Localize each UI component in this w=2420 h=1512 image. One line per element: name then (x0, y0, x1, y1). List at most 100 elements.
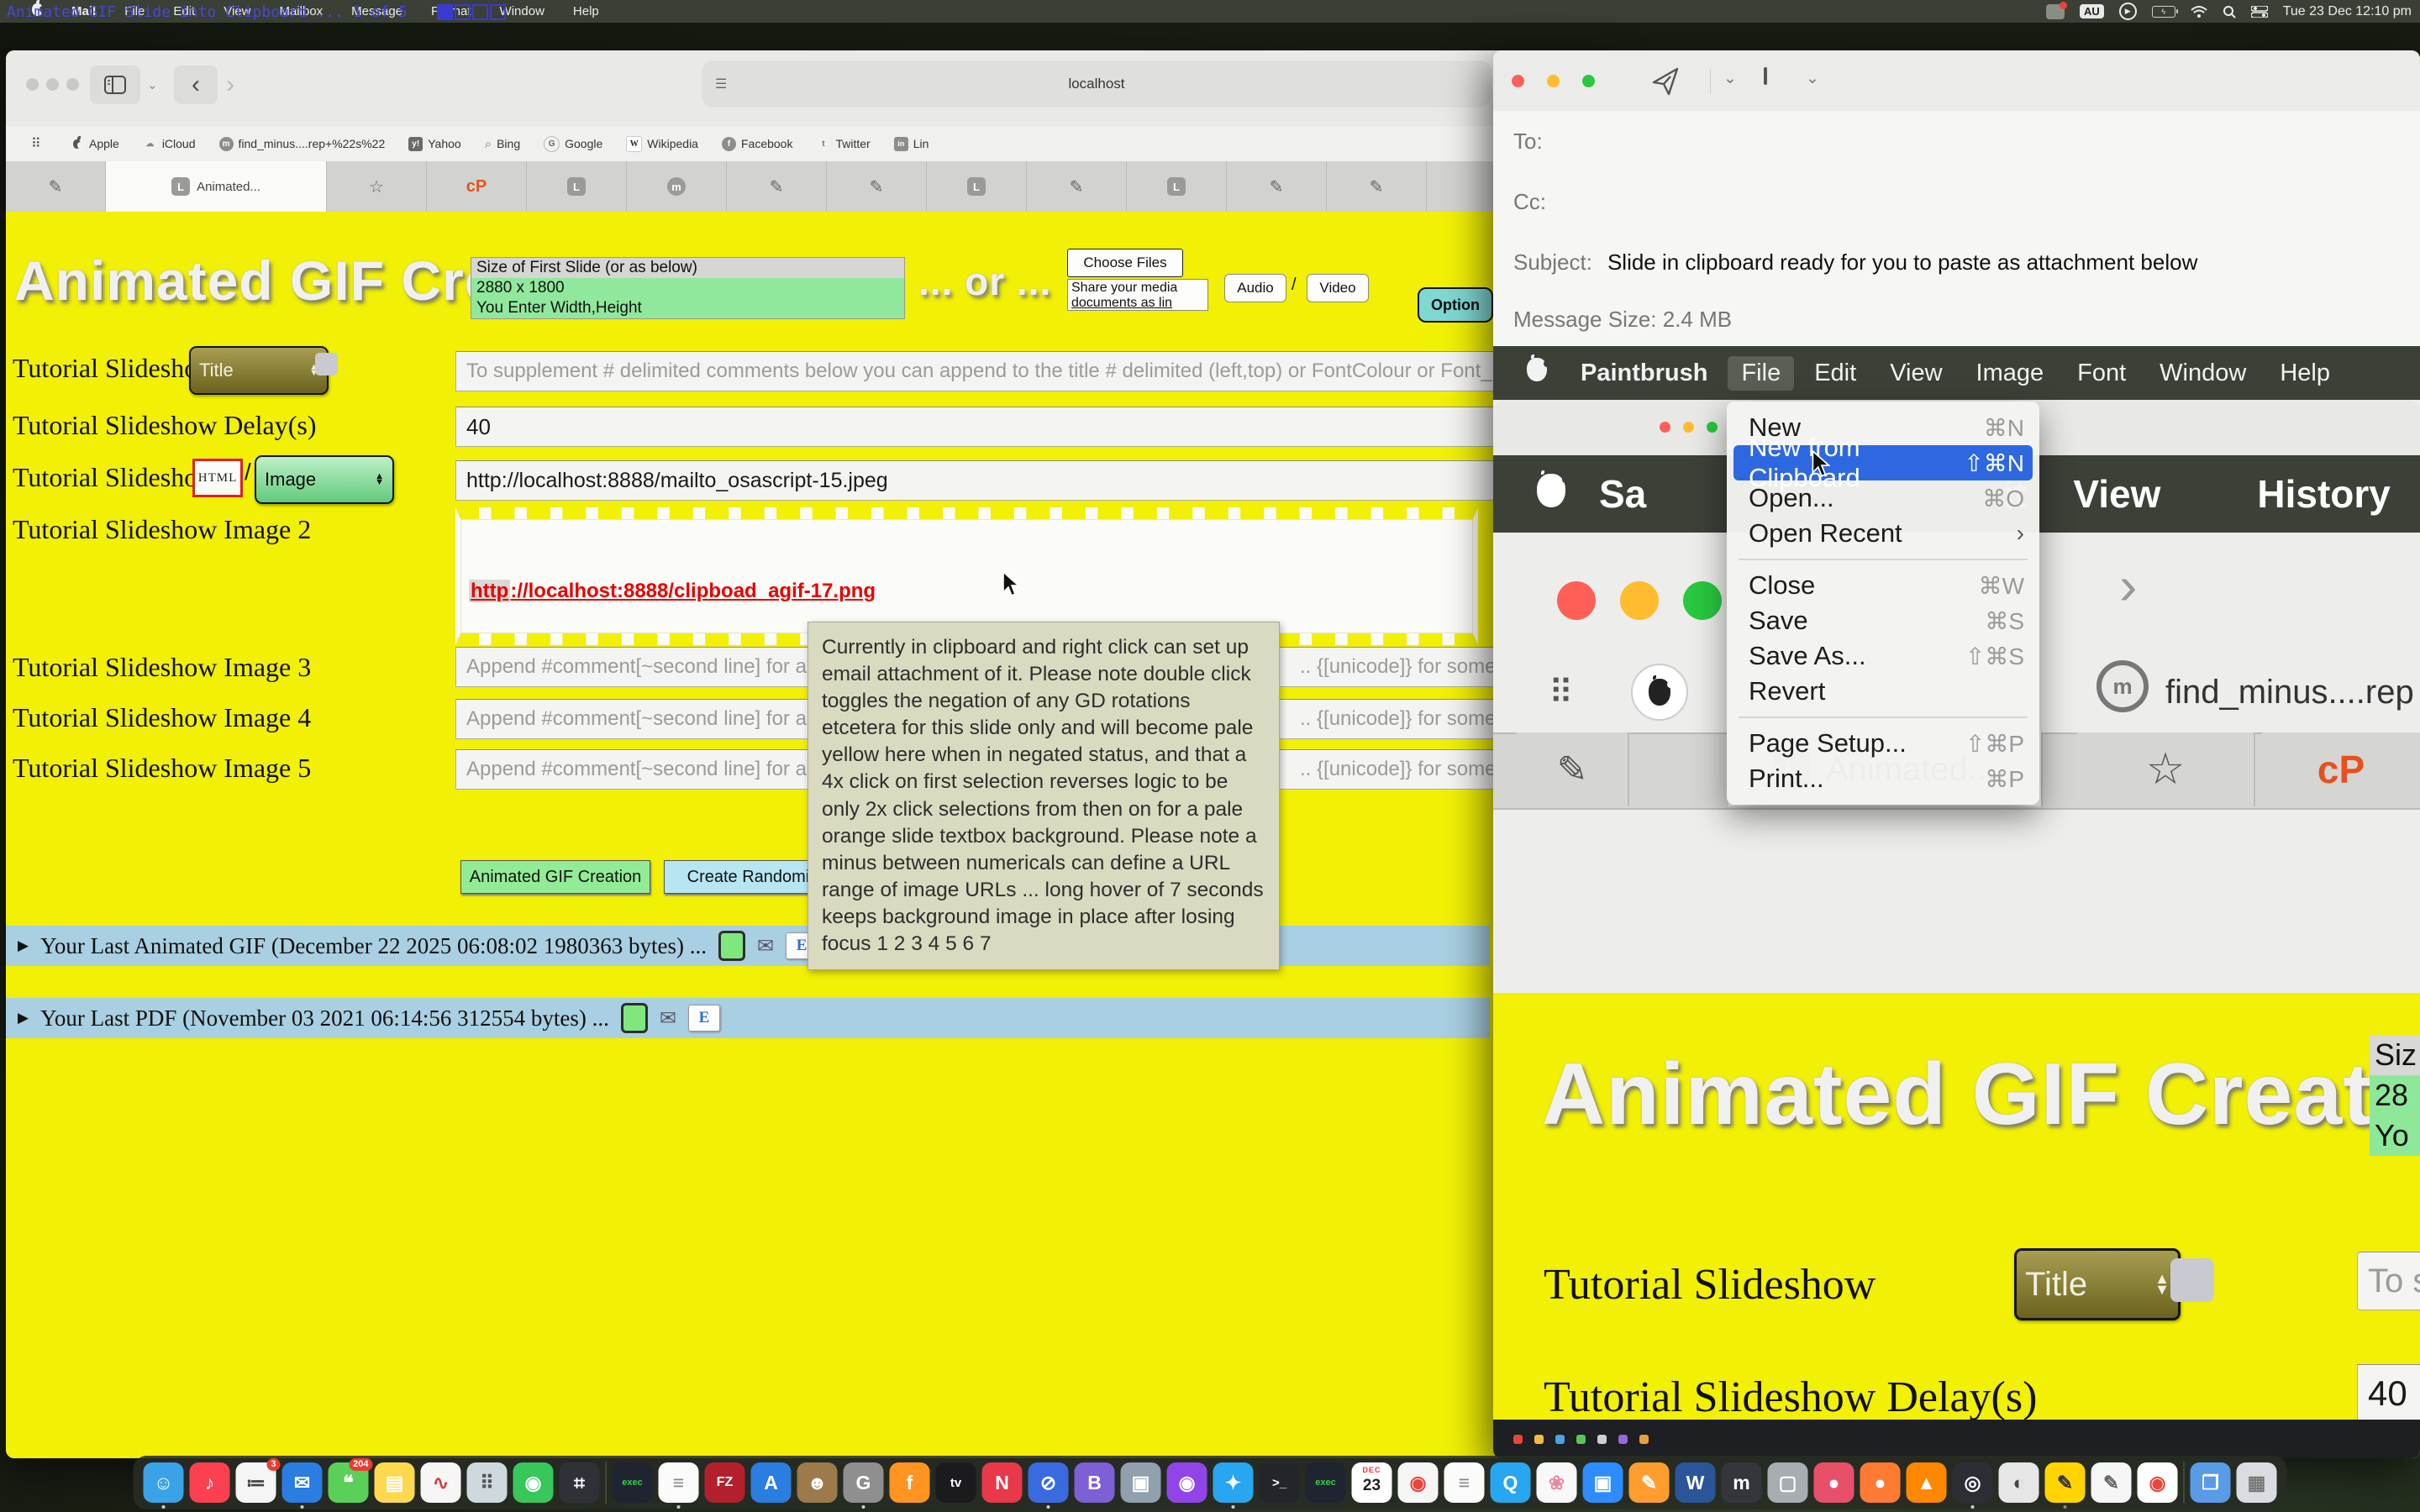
dock-orange-app-icon[interactable]: ● (1860, 1462, 1901, 1503)
dock-zoom-icon[interactable]: ▣ (1583, 1462, 1623, 1503)
menu-item-close[interactable]: Close⌘W (1727, 568, 2039, 603)
dock-vlc-icon[interactable]: ▲ (1907, 1462, 1947, 1503)
title-dropdown[interactable]: Title▲▼ (189, 346, 329, 395)
dock-filezilla-icon[interactable]: FZ (705, 1462, 745, 1503)
dock-photos-icon[interactable]: ❀ (1537, 1462, 1577, 1503)
bookmarks-grid-icon[interactable]: ⠿ (31, 135, 41, 152)
menu-item-revert[interactable]: Revert (1727, 674, 2039, 709)
bookmark-linkedin[interactable]: inLin (894, 137, 929, 151)
dock-notes-icon[interactable]: ▤ (375, 1462, 415, 1503)
input-source-indicator[interactable]: AU (2080, 4, 2104, 18)
app-status-icon[interactable] (2046, 4, 2065, 19)
minimize-button[interactable] (46, 78, 59, 91)
image-dropdown[interactable]: Image▲▼ (255, 455, 394, 504)
tab-star[interactable]: ☆ (327, 161, 427, 212)
dock-apple-tv-icon[interactable]: tv (936, 1462, 976, 1503)
menu-help[interactable]: Help (573, 4, 599, 18)
minimize-button[interactable] (1547, 75, 1560, 87)
close-button[interactable] (26, 78, 39, 91)
image2-url-link[interactable]: http://localhost:8888/clipboad_agif-17.p… (469, 580, 876, 603)
dock-gimp-icon[interactable]: G (844, 1462, 884, 1503)
address-bar-url[interactable]: localhost (1068, 76, 1124, 92)
to-field[interactable]: To: (1493, 111, 2420, 171)
dock-messages-icon[interactable]: ❝204 (329, 1462, 369, 1503)
dock-network-icon[interactable]: ⊘ (1028, 1462, 1069, 1503)
reader-icon[interactable]: ☰ (715, 76, 727, 92)
bookmark-wikipedia[interactable]: WWikipedia (626, 136, 698, 152)
forward-button[interactable]: › (226, 71, 234, 99)
tab-brush5[interactable]: ✎ (1227, 161, 1327, 212)
zoom-button[interactable] (66, 78, 79, 91)
dock-calendar-icon[interactable]: DEC23 (1352, 1462, 1392, 1503)
dock-calculator-icon[interactable]: ⌗ (560, 1462, 600, 1503)
tab-animated-active[interactable]: LAnimated... (106, 161, 327, 212)
option-button[interactable]: Option (1418, 287, 1493, 323)
control-center-icon[interactable] (2251, 6, 2268, 18)
close-button[interactable] (1512, 75, 1524, 87)
image3-input-fragment[interactable]: .. {[unicode]} for some en (1290, 647, 1499, 687)
format-chevron-icon[interactable]: ⌄ (1806, 69, 1819, 88)
dock-obs-icon[interactable]: ◎ (1953, 1462, 1993, 1503)
choose-files-button[interactable]: Choose Files (1067, 249, 1183, 277)
tab-brush3[interactable]: ✎ (827, 161, 927, 212)
address-bar[interactable]: ☰ localhost (702, 60, 1491, 108)
dock-bbedit-icon[interactable]: B (1075, 1462, 1115, 1503)
dock-record-app-icon[interactable]: ◉ (2138, 1462, 2178, 1503)
dock-stocks-icon[interactable]: ∿ (421, 1462, 461, 1503)
dock-chrome-icon[interactable]: ◉ (1398, 1462, 1439, 1503)
tab-l1[interactable]: L (527, 161, 627, 212)
slide-size-value[interactable]: 2880 x 1800 (471, 278, 904, 298)
dock-downloads-folder-icon[interactable]: ❐ (2191, 1462, 2231, 1503)
dock-finder-icon[interactable]: ☺ (144, 1462, 184, 1503)
format-menu-icon[interactable] (1764, 67, 1767, 85)
title-toggle-swatch[interactable] (315, 353, 338, 375)
share-media-label[interactable]: Share your mediadocuments as lin (1067, 279, 1208, 311)
dock-pink-app-icon[interactable]: ● (1814, 1462, 1854, 1503)
send-button[interactable] (1649, 66, 1682, 97)
dock-bw-app-icon[interactable]: ◐ (1999, 1462, 2039, 1503)
menu-item-save[interactable]: Save⌘S (1727, 603, 2039, 638)
dock-safari-icon[interactable]: ✦ (1213, 1462, 1254, 1503)
image4-input-fragment[interactable]: .. {[unicode]} for some en (1290, 699, 1499, 739)
menu-item-open-recent[interactable]: Open Recent› (1727, 516, 2039, 551)
dock-image-capture-icon[interactable]: ▣ (1121, 1462, 1161, 1503)
dock-terminal-icon[interactable]: >_ (1260, 1462, 1300, 1503)
dock-paintbrush-icon[interactable]: ✎ (2045, 1462, 2086, 1503)
small-envelope-icon[interactable]: ✉ (660, 1006, 676, 1031)
dock-launchpad-icon[interactable]: ⠿ (467, 1462, 508, 1503)
menu-item-page-setup[interactable]: Page Setup...⇧⌘P (1727, 726, 2039, 761)
dock-trash-icon[interactable]: ▦ (2237, 1462, 2277, 1503)
menu-item-new-from-clipboard[interactable]: New from Clipboard⇧⌘N (1733, 445, 2033, 480)
spotlight-icon[interactable] (2223, 5, 2236, 18)
bookmark-find-minus[interactable]: mfind_minus....rep+%22s%22 (219, 137, 386, 151)
dock-utility-icon[interactable]: ▢ (1768, 1462, 1808, 1503)
bookmark-icloud[interactable]: ☁iCloud (143, 137, 196, 151)
dock-app-store-icon[interactable]: A (751, 1462, 792, 1503)
battery-icon[interactable]: ϟ (2152, 6, 2175, 18)
tab-l2[interactable]: L (927, 161, 1027, 212)
title-comment-input[interactable]: To supplement # delimited comments below… (455, 351, 1500, 391)
zoom-button[interactable] (1582, 75, 1595, 87)
last-pdf-bar[interactable]: ▶ Your Last PDF (November 03 2021 06:14:… (6, 998, 1490, 1038)
video-button[interactable]: Video (1307, 274, 1369, 302)
cc-field[interactable]: Cc: (1493, 171, 2420, 232)
dock-paintbrush2-icon[interactable]: ✎ (2091, 1462, 2132, 1503)
dock-firefox-icon[interactable]: f (890, 1462, 930, 1503)
disclosure-triangle-icon[interactable]: ▶ (18, 1010, 29, 1026)
audio-button[interactable]: Audio (1224, 274, 1286, 302)
bookmark-twitter[interactable]: tTwitter (816, 137, 870, 151)
dock-pages-icon[interactable]: ✎ (1629, 1462, 1670, 1503)
tab-brush4[interactable]: ✎ (1027, 161, 1127, 212)
bookmark-yahoo[interactable]: y!Yahoo (408, 137, 460, 151)
sidebar-toggle-button[interactable] (90, 66, 140, 104)
delay-input[interactable]: 40 (455, 407, 1500, 447)
dock-word-icon[interactable]: W (1676, 1462, 1716, 1503)
bookmark-bing[interactable]: ⌕Bing (485, 137, 520, 151)
subject-field[interactable]: Subject: Slide in clipboard ready for yo… (1493, 232, 2420, 292)
tab-cp[interactable]: cP (427, 161, 527, 212)
send-chevron-icon[interactable]: ⌄ (1723, 69, 1737, 88)
menu-clock[interactable]: Tue 23 Dec 12:10 pm (2283, 4, 2412, 19)
timer-icon[interactable] (621, 1003, 648, 1033)
slide-size-box[interactable]: Size of First Slide (or as below) 2880 x… (471, 257, 905, 319)
now-playing-icon[interactable]: ▶ (2119, 3, 2137, 20)
